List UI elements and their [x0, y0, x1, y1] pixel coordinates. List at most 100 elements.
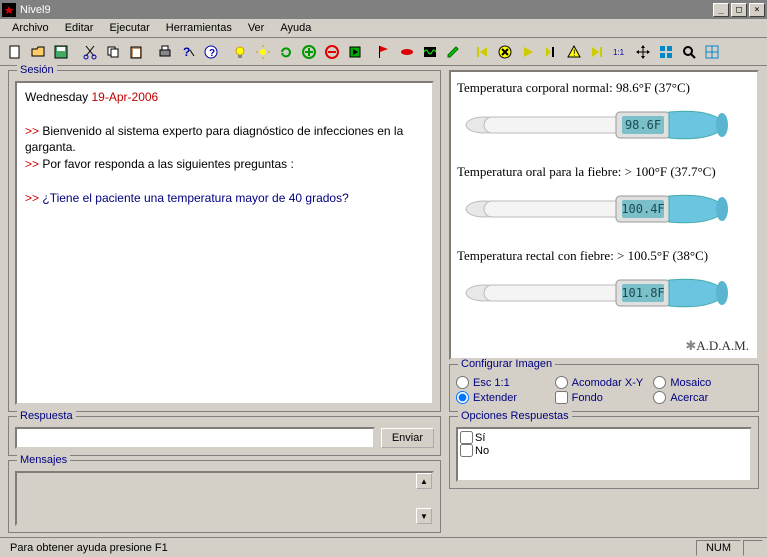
thermometer-1: Temperatura corporal normal: 98.6°F (37°…	[457, 80, 751, 156]
mensajes-area[interactable]: ▲ ▼	[15, 471, 434, 526]
marker-icon: >>	[25, 157, 42, 171]
session-text[interactable]: Wednesday 19-Apr-2006 >> Bienvenido al s…	[15, 81, 434, 405]
lips-icon[interactable]	[396, 41, 418, 63]
last-icon[interactable]	[586, 41, 608, 63]
mensajes-group: Mensajes ▲ ▼	[8, 460, 441, 533]
welcome-line1: Bienvenido al sistema experto para diagn…	[25, 124, 403, 155]
opciones-legend: Opciones Respuestas	[458, 410, 572, 422]
marker-icon: >>	[25, 124, 42, 138]
first-icon[interactable]	[471, 41, 493, 63]
radio-mosaico[interactable]: Mosaico	[653, 375, 752, 390]
add-icon[interactable]	[298, 41, 320, 63]
play-icon[interactable]	[517, 41, 539, 63]
print-icon[interactable]	[154, 41, 176, 63]
scroll-down-icon[interactable]: ▼	[416, 508, 432, 524]
therm2-label: Temperatura oral para la fiebre: > 100°F…	[457, 164, 751, 180]
thermometer-icon: 101.8F	[457, 266, 751, 321]
menu-bar: Archivo Editar Ejecutar Herramientas Ver…	[0, 19, 767, 38]
maximize-button[interactable]: □	[731, 3, 747, 17]
config-legend: Configurar Imagen	[458, 358, 555, 370]
session-date: 19-Apr-	[92, 90, 132, 104]
option-si[interactable]: Sí	[460, 431, 748, 444]
therm1-label: Temperatura corporal normal: 98.6°F (37°…	[457, 80, 751, 96]
radio-esc11[interactable]: Esc 1:1	[456, 375, 555, 390]
thermometer-icon: 98.6F	[457, 98, 751, 153]
radio-acercar[interactable]: Acercar	[653, 390, 752, 405]
svg-text:?: ?	[209, 48, 215, 59]
menu-ejecutar[interactable]: Ejecutar	[101, 20, 157, 36]
therm3-label: Temperatura rectal con fiebre: > 100.5°F…	[457, 248, 751, 264]
nav1-icon[interactable]	[540, 41, 562, 63]
svg-text:?: ?	[183, 45, 190, 59]
option-no[interactable]: No	[460, 444, 748, 457]
radio-extender[interactable]: Extender	[456, 390, 555, 405]
about-icon[interactable]: ?	[200, 41, 222, 63]
open-icon[interactable]	[27, 41, 49, 63]
adam-logo: ✱A.D.A.M.	[685, 338, 749, 354]
respuesta-input[interactable]	[15, 427, 375, 449]
check-fondo[interactable]: Fondo	[555, 390, 654, 405]
cut-icon[interactable]	[79, 41, 101, 63]
status-help: Para obtener ayuda presione F1	[4, 540, 692, 556]
menu-editar[interactable]: Editar	[57, 20, 102, 36]
move-icon[interactable]	[632, 41, 654, 63]
app-icon	[2, 3, 16, 17]
config-group: Configurar Imagen Esc 1:1 Acomodar X-Y M…	[449, 364, 759, 412]
warn-icon[interactable]: !	[563, 41, 585, 63]
status-num: NUM	[696, 540, 741, 556]
content-area: Sesión Wednesday 19-Apr-2006 >> Bienveni…	[0, 66, 767, 537]
refresh-icon[interactable]	[275, 41, 297, 63]
stop-icon[interactable]	[344, 41, 366, 63]
scroll-up-icon[interactable]: ▲	[416, 473, 432, 489]
svg-text:!: !	[573, 48, 576, 58]
marker-icon: >>	[25, 191, 42, 205]
scale11-icon[interactable]: 1:1	[609, 41, 631, 63]
menu-ayuda[interactable]: Ayuda	[272, 20, 319, 36]
opciones-list[interactable]: Sí No	[456, 427, 752, 482]
menu-archivo[interactable]: Archivo	[4, 20, 57, 36]
right-column: Temperatura corporal normal: 98.6°F (37°…	[449, 70, 759, 533]
stop2-icon[interactable]	[494, 41, 516, 63]
image-panel: Temperatura corporal normal: 98.6°F (37°…	[449, 70, 759, 360]
minimize-button[interactable]: _	[713, 3, 729, 17]
grid1-icon[interactable]	[655, 41, 677, 63]
bulb-icon[interactable]	[229, 41, 251, 63]
help-icon[interactable]: ?	[177, 41, 199, 63]
mensajes-legend: Mensajes	[17, 454, 70, 466]
menu-ver[interactable]: Ver	[240, 20, 273, 36]
close-button[interactable]: ×	[749, 3, 765, 17]
opciones-group: Opciones Respuestas Sí No	[449, 416, 759, 489]
paste-icon[interactable]	[125, 41, 147, 63]
session-weekday: Wednesday	[25, 90, 88, 104]
session-legend: Sesión	[17, 64, 57, 76]
zoom-icon[interactable]	[678, 41, 700, 63]
thermometer-3: Temperatura rectal con fiebre: > 100.5°F…	[457, 248, 751, 324]
therm2-value: 100.4F	[621, 202, 664, 216]
scrollbar[interactable]: ▲ ▼	[416, 473, 432, 524]
enviar-button[interactable]: Enviar	[381, 428, 434, 448]
copy-icon[interactable]	[102, 41, 124, 63]
flag-icon[interactable]	[373, 41, 395, 63]
question-text: ¿Tiene el paciente una temperatura mayor…	[42, 191, 348, 205]
radio-acomodar[interactable]: Acomodar X-Y	[555, 375, 654, 390]
left-column: Sesión Wednesday 19-Apr-2006 >> Bienveni…	[8, 70, 441, 533]
therm3-value: 101.8F	[621, 286, 664, 300]
thermometer-icon: 100.4F	[457, 182, 751, 237]
title-bar: Nivel9 _ □ ×	[0, 0, 767, 19]
thermometer-2: Temperatura oral para la fiebre: > 100°F…	[457, 164, 751, 240]
sun-icon[interactable]	[252, 41, 274, 63]
toolbar: ? ? ! 1:1	[0, 38, 767, 66]
remove-icon[interactable]	[321, 41, 343, 63]
menu-herramientas[interactable]: Herramientas	[158, 20, 240, 36]
status-bar: Para obtener ayuda presione F1 NUM	[0, 537, 767, 557]
svg-text:1:1: 1:1	[613, 48, 625, 57]
save-icon[interactable]	[50, 41, 72, 63]
status-grip	[743, 540, 763, 556]
new-icon[interactable]	[4, 41, 26, 63]
therm1-value: 98.6F	[625, 118, 661, 132]
grid2-icon[interactable]	[701, 41, 723, 63]
welcome-line2: Por favor responda a las siguientes preg…	[42, 157, 293, 171]
wave-icon[interactable]	[419, 41, 441, 63]
session-group: Sesión Wednesday 19-Apr-2006 >> Bienveni…	[8, 70, 441, 412]
pencil-icon[interactable]	[442, 41, 464, 63]
